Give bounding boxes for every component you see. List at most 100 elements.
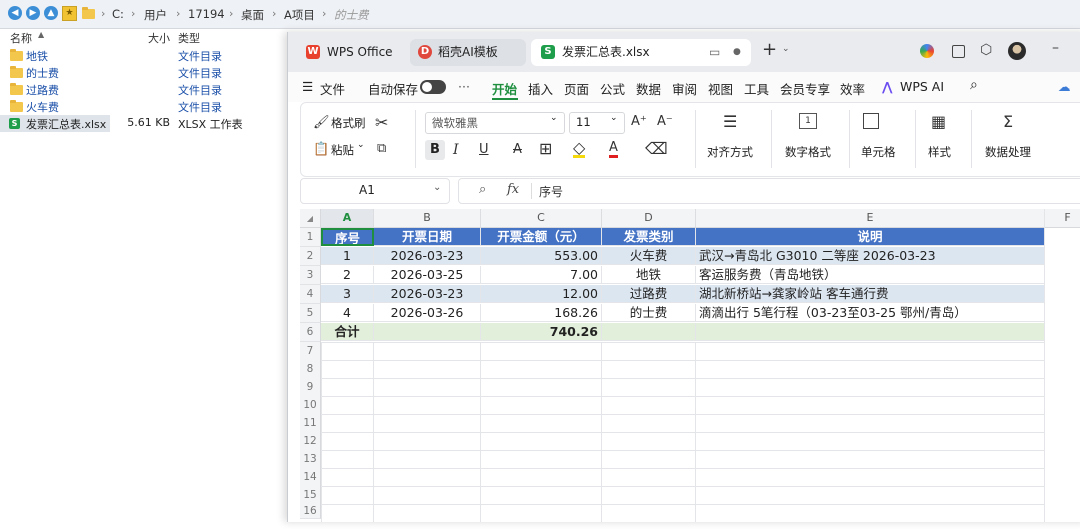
breadcrumb-drive[interactable]: C: [112,7,124,21]
total-empty-cell[interactable] [374,323,481,341]
cell-a1[interactable]: 序号 [321,228,374,246]
border-icon[interactable]: ⊞ [539,140,552,158]
forward-icon[interactable]: ▶ [26,6,40,20]
column-type[interactable]: 类型 [178,30,200,46]
table-cell[interactable]: 4 [321,304,374,322]
table-cell[interactable]: 火车费 [602,247,696,265]
table-cell[interactable]: 2 [321,266,374,284]
row-header[interactable]: 5 [300,304,321,323]
underline-icon[interactable]: U [479,141,489,159]
address-bar[interactable]: ◀ ▶ ▲ ★ › C: › 用户 › 17194 › 桌面 › A项目 › 的… [0,0,1080,29]
formula-input[interactable]: ⌕ fx 序号 [458,178,1080,204]
copy-icon[interactable]: ⧉ [377,140,386,158]
italic-icon[interactable]: I [453,141,459,159]
file-list-item[interactable]: S 发票汇总表.xlsx 5.61 KB XLSX 工作表 [0,115,290,132]
empty-cells[interactable] [321,342,1045,522]
tab-wps-office[interactable]: W WPS Office [296,39,406,66]
cut-icon[interactable]: ✂ [375,114,388,132]
menu-file[interactable]: 文件 [320,79,345,98]
data-processing-button[interactable]: 数据处理 [985,144,1031,160]
tab-page[interactable]: 页面 [564,79,589,98]
tab-tools[interactable]: 工具 [744,79,769,98]
strikethrough-icon[interactable]: A [513,141,522,159]
chevron-down-icon[interactable]: ⌄ [782,44,790,54]
increase-font-icon[interactable]: A⁺ [631,113,647,131]
cells-button[interactable]: 单元格 [861,144,896,160]
cloud-upload-icon[interactable]: ☁ [1058,79,1071,94]
more-icon[interactable]: ··· [458,79,470,94]
breadcrumb-project[interactable]: A项目 [284,7,315,23]
select-all-corner[interactable]: ◢ [300,209,321,228]
table-cell[interactable]: 7.00 [481,266,602,284]
cell-header[interactable]: 开票日期 [374,228,481,246]
table-cell[interactable]: 滴滴出行 5笔行程（03-23至03-25 鄂州/青岛） [696,304,1045,322]
cube-icon[interactable]: ⬡ [980,42,992,58]
autosave-toggle[interactable] [420,80,446,94]
row-header[interactable]: 2 [300,247,321,266]
breadcrumb-desktop[interactable]: 桌面 [241,7,264,23]
total-empty-cell[interactable] [602,323,696,341]
file-list-item[interactable]: 过路费 文件目录 [0,81,290,98]
table-cell[interactable]: 武汉→青岛北 G3010 二等座 2026-03-23 [696,247,1045,265]
chevron-down-icon[interactable]: ⌄ [357,140,365,150]
file-list-item[interactable]: 地铁 文件目录 [0,47,290,64]
table-cell[interactable]: 2026-03-23 [374,285,481,303]
row-header[interactable]: 4 [300,285,321,304]
table-cell[interactable]: 2026-03-25 [374,266,481,284]
number-format-button[interactable]: 数字格式 [785,144,831,160]
cell-header[interactable]: 发票类别 [602,228,696,246]
col-header-b[interactable]: B [374,209,481,228]
row-header[interactable]: 8 [300,360,321,379]
table-cell[interactable]: 的士费 [602,304,696,322]
row-header[interactable]: 7 [300,342,321,361]
tab-daoke-ai[interactable]: D 稻壳AI模板 [410,39,526,66]
tab-invoice-xlsx[interactable]: S 发票汇总表.xlsx ▭ ● [531,39,751,66]
up-icon[interactable]: ▲ [44,6,58,20]
table-cell[interactable]: 地铁 [602,266,696,284]
col-header-d[interactable]: D [602,209,696,228]
col-header-a[interactable]: A [321,209,374,228]
col-header-c[interactable]: C [481,209,602,228]
font-name-select[interactable]: 微软雅黑 ⌄ [425,112,565,134]
table-cell[interactable]: 553.00 [481,247,602,265]
table-cell[interactable]: 12.00 [481,285,602,303]
styles-button[interactable]: 样式 [928,144,951,160]
fx-icon[interactable]: fx [507,182,519,197]
table-cell[interactable]: 1 [321,247,374,265]
table-cell[interactable]: 湖北新桥站→龚家岭站 客车通行费 [696,285,1045,303]
search-icon[interactable]: ⌕ [970,77,978,93]
table-cell[interactable]: 3 [321,285,374,303]
cell-header[interactable]: 说明 [696,228,1045,246]
clear-format-icon[interactable]: ⌫ [645,140,668,158]
row-header[interactable]: 10 [300,396,321,415]
font-size-select[interactable]: 11 ⌄ [569,112,625,134]
fill-color-icon[interactable]: ◇ [573,140,586,158]
tab-view[interactable]: 视图 [708,79,733,98]
row-header[interactable]: 1 [300,228,321,247]
cell-header[interactable]: 开票金额（元） [481,228,602,246]
tab-data[interactable]: 数据 [636,79,661,98]
total-label-cell[interactable]: 合计 [321,323,374,341]
tab-member[interactable]: 会员专享 [780,79,830,98]
back-icon[interactable]: ◀ [8,6,22,20]
new-tab-icon[interactable]: + [762,39,777,60]
hamburger-icon[interactable]: ☰ [302,79,313,94]
row-header[interactable]: 15 [300,486,321,505]
tab-wps-ai[interactable]: WPS AI [900,79,944,94]
avatar[interactable] [1008,42,1026,60]
total-empty-cell[interactable] [696,323,1045,341]
font-color-icon[interactable]: A [609,140,618,158]
tab-formula[interactable]: 公式 [600,79,625,98]
table-cell[interactable]: 168.26 [481,304,602,322]
table-cell[interactable]: 2026-03-23 [374,247,481,265]
tab-review[interactable]: 审阅 [672,79,697,98]
column-name[interactable]: 名称 [10,30,32,46]
align-button[interactable]: 对齐方式 [707,144,753,160]
window-icon[interactable] [952,45,965,58]
breadcrumb-users[interactable]: 用户 [144,7,167,23]
file-list-item[interactable]: 的士费 文件目录 [0,64,290,81]
format-painter-button[interactable]: 格式刷 [331,115,366,131]
row-header[interactable]: 9 [300,378,321,397]
tab-efficiency[interactable]: 效率 [840,79,865,98]
table-cell[interactable]: 过路费 [602,285,696,303]
